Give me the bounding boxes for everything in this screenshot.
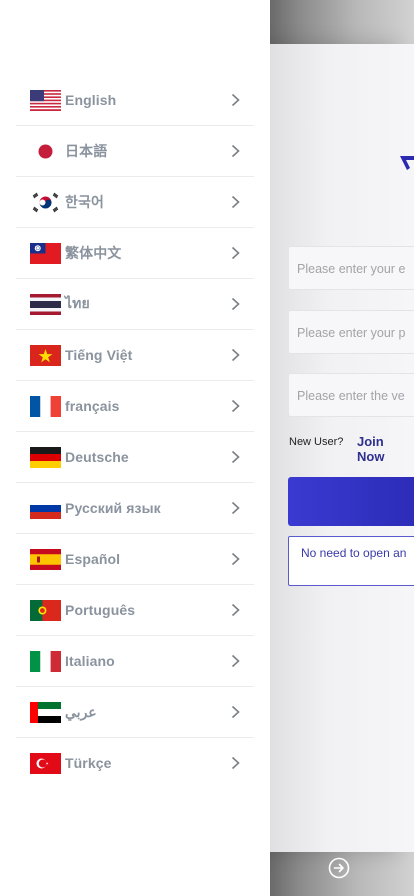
language-label: English [65,92,117,108]
chevron-right-icon [231,705,240,719]
language-item-english[interactable]: English [16,75,254,126]
language-item-japanese[interactable]: 日本語 [16,126,254,177]
language-label: 繁体中文 [65,245,122,261]
language-item-traditional-chinese[interactable]: 繁体中文 [16,228,254,279]
language-label: Deutsche [65,449,129,465]
chevron-right-icon [231,348,240,362]
language-item-turkish[interactable]: Türkçe [16,738,254,788]
language-label: Español [65,551,121,567]
language-label: ไทย [65,295,90,311]
france-flag-icon [30,395,61,417]
uae-flag-icon [30,701,61,723]
arrow-circle-right-icon[interactable] [328,857,350,879]
language-label: 한국어 [65,194,104,210]
chevron-right-icon [231,450,240,464]
language-item-russian[interactable]: Русский язык [16,483,254,534]
portugal-flag-icon [30,599,61,621]
korea-flag-icon [30,191,61,213]
language-item-arabic[interactable]: عربي [16,687,254,738]
japan-flag-icon [38,144,53,158]
language-item-italian[interactable]: Italiano [16,636,254,687]
chevron-right-icon [231,501,240,515]
language-item-french[interactable]: français [16,381,254,432]
italy-flag-icon [30,650,61,672]
language-label: Türkçe [65,755,112,771]
turkey-flag-icon [30,752,61,774]
chevron-right-icon [231,399,240,413]
us-flag-icon [30,89,61,111]
chevron-right-icon [231,144,240,158]
chevron-right-icon [231,297,240,311]
password-input[interactable]: Please enter your p [288,310,414,354]
language-item-german[interactable]: Deutsche [16,432,254,483]
new-user-label: New User? [289,436,344,448]
language-label: Русский язык [65,500,161,516]
language-item-vietnamese[interactable]: Tiếng Việt [16,330,254,381]
language-item-thai[interactable]: ไทย [16,279,254,330]
germany-flag-icon [30,446,61,468]
russia-flag-icon [30,497,61,519]
chevron-right-icon [231,603,240,617]
language-label: Português [65,602,136,618]
language-item-korean[interactable]: 한국어 [16,177,254,228]
verification-code-input[interactable]: Please enter the ve [288,373,414,417]
thailand-flag-icon [30,293,61,315]
chevron-right-icon [231,654,240,668]
language-list: English 日本語 한국어 繁体中文 ไทย Tiếng Việt fran… [16,75,254,788]
chevron-right-icon [231,195,240,209]
join-now-link[interactable]: Join Now [357,434,414,464]
chevron-right-icon [231,756,240,770]
language-label: français [65,398,120,414]
language-label: عربي [65,703,97,720]
language-item-portuguese[interactable]: Português [16,585,254,636]
brand-logo-icon [400,156,414,170]
notice-box[interactable]: No need to open an [288,536,414,586]
language-item-spanish[interactable]: Español [16,534,254,585]
language-label: Italiano [65,653,115,669]
vietnam-flag-icon [30,344,61,366]
language-drawer: English 日本語 한국어 繁体中文 ไทย Tiếng Việt fran… [0,0,270,896]
chevron-right-icon [231,552,240,566]
login-button[interactable] [288,477,414,526]
taiwan-flag-icon [30,242,61,264]
email-input[interactable]: Please enter your e [288,246,414,290]
language-label: Tiếng Việt [65,347,133,363]
spain-flag-icon [30,548,61,570]
chevron-right-icon [231,246,240,260]
chevron-right-icon [231,93,240,107]
language-label: 日本語 [65,143,108,159]
